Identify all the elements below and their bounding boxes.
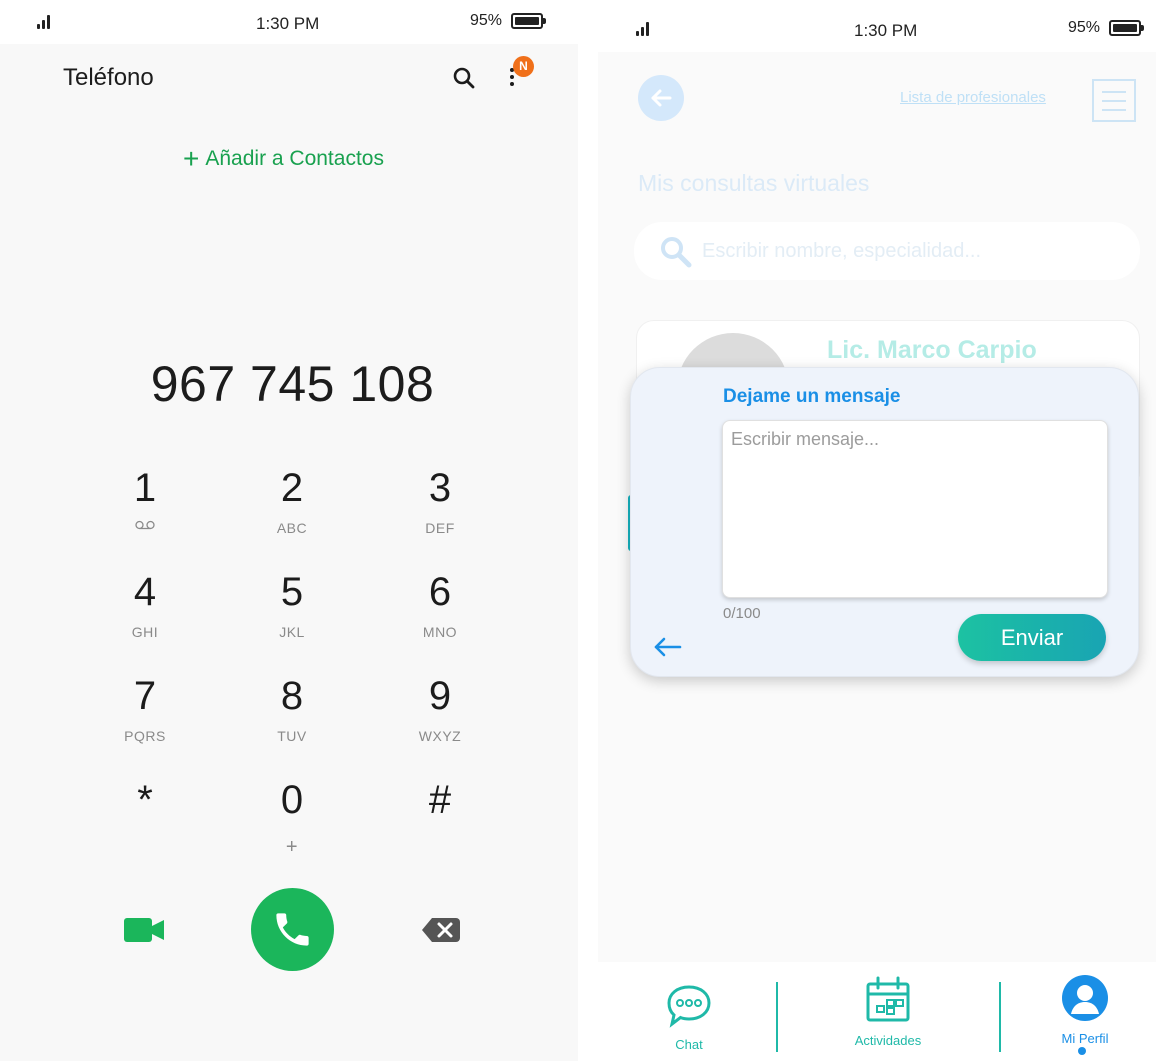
key-digit: * [137, 778, 153, 822]
nav-chat-label: Chat [675, 1037, 703, 1052]
status-time: 1:30 PM [256, 14, 320, 33]
key-letters: WXYZ [418, 728, 462, 744]
key-letters: GHI [131, 624, 159, 640]
key-letters: TUV [277, 728, 307, 744]
status-bar: 1:30 PM 95% [0, 0, 578, 44]
key-digit: 3 [428, 466, 452, 510]
menu-icon[interactable] [1092, 79, 1136, 122]
key-digit: 4 [133, 570, 157, 614]
char-counter: 0/100 [723, 605, 761, 622]
nav-divider [999, 982, 1001, 1052]
nav-profile-label: Mi Perfil [1061, 1031, 1109, 1046]
key-2[interactable]: 2 ABC [232, 468, 352, 536]
nav-profile[interactable]: Mi Perfil [1020, 962, 1150, 1046]
call-button[interactable] [251, 888, 334, 971]
key-1[interactable]: 1 [85, 468, 205, 535]
key-6[interactable]: 6 MNO [380, 572, 500, 640]
search-bar[interactable]: Escribir nombre, especialidad... [634, 222, 1140, 280]
dialed-number: 967 745 108 [150, 356, 435, 412]
nav-activities[interactable]: Actividades [823, 962, 953, 1048]
key-3[interactable]: 3 DEF [380, 468, 500, 536]
dialer-screen: 1:30 PM 95% Teléfono N + Añadir a Contact… [0, 0, 578, 1061]
back-button[interactable] [638, 75, 684, 121]
key-letters: MNO [422, 624, 458, 640]
add-to-contacts-label: Añadir a Contactos [205, 147, 384, 170]
arrow-left-icon [651, 89, 672, 107]
search-icon[interactable] [452, 66, 476, 90]
search-icon [661, 237, 692, 268]
nav-activities-label: Actividades [854, 1033, 922, 1048]
battery-icon [511, 13, 546, 29]
app-screen: 1:30 PM 95% Lista de profesionales Mis c… [598, 0, 1156, 1061]
signal-icon [636, 20, 656, 36]
key-digit: 5 [280, 570, 304, 614]
video-call-icon[interactable] [124, 918, 164, 942]
key-letters: + [285, 836, 299, 858]
key-digit: 7 [133, 674, 157, 718]
active-indicator [1078, 1047, 1086, 1055]
key-letters: ABC [276, 520, 308, 536]
key-7[interactable]: 7 PQRS [85, 676, 205, 744]
battery-percent: 95% [470, 12, 503, 29]
phone-icon [276, 913, 309, 946]
key-8[interactable]: 8 TUV [232, 676, 352, 744]
battery-icon [1109, 20, 1144, 36]
chat-bubble-icon [667, 985, 711, 1028]
key-letters: PQRS [124, 728, 166, 744]
key-5[interactable]: 5 JKL [232, 572, 352, 640]
signal-icon [37, 13, 57, 29]
status-bar: 1:30 PM 95% [598, 0, 1156, 52]
key-digit: # [428, 778, 452, 822]
add-to-contacts-button[interactable]: + Añadir a Contactos [183, 143, 384, 175]
notification-badge: N [513, 56, 534, 77]
key-0[interactable]: 0 + [232, 780, 352, 859]
plus-icon: + [183, 143, 200, 174]
key-4[interactable]: 4 GHI [85, 572, 205, 640]
key-letters: JKL [279, 624, 305, 640]
battery-percent: 95% [1068, 19, 1101, 36]
calendar-icon [866, 976, 910, 1022]
key-digit: 0 [280, 778, 304, 822]
page-title: Teléfono [63, 64, 154, 91]
key-digit: 6 [428, 570, 452, 614]
user-icon [1062, 975, 1108, 1021]
arrow-left-icon[interactable] [653, 636, 683, 658]
message-input[interactable] [722, 420, 1108, 598]
key-9[interactable]: 9 WXYZ [380, 676, 500, 744]
key-hash[interactable]: # [380, 780, 500, 820]
key-digit: 1 [133, 466, 157, 510]
professionals-list-link[interactable]: Lista de profesionales [900, 89, 1046, 106]
status-time: 1:30 PM [854, 21, 918, 40]
message-dialog: Dejame un mensaje 0/100 Enviar [630, 367, 1139, 677]
backspace-icon[interactable] [422, 918, 460, 942]
key-letters: DEF [425, 520, 455, 536]
key-digit: 9 [428, 674, 452, 718]
key-digit: 2 [280, 466, 304, 510]
nav-chat[interactable]: Chat [624, 962, 754, 1052]
dialog-title: Dejame un mensaje [723, 386, 901, 407]
page-title: Mis consultas virtuales [638, 170, 870, 196]
send-button[interactable]: Enviar [958, 614, 1106, 661]
nav-divider [776, 982, 778, 1052]
professional-name: Lic. Marco Carpio [827, 336, 1037, 364]
key-star[interactable]: * [85, 780, 205, 820]
bottom-navigation: Chat Actividades Mi Perfil [598, 962, 1156, 1061]
search-placeholder: Escribir nombre, especialidad... [702, 240, 982, 262]
voicemail-icon [135, 520, 155, 530]
key-digit: 8 [280, 674, 304, 718]
